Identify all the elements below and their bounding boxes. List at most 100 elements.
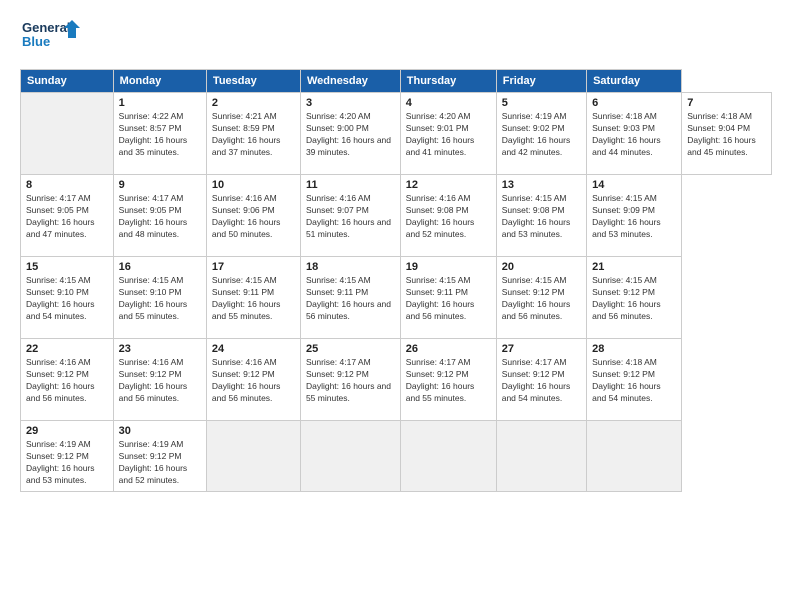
day-number: 30 (119, 425, 201, 437)
calendar-cell: 12 Sunrise: 4:16 AMSunset: 9:08 PMDaylig… (400, 175, 496, 257)
calendar-cell: 9 Sunrise: 4:17 AMSunset: 9:05 PMDayligh… (113, 175, 206, 257)
day-number: 27 (502, 343, 581, 355)
week-row-5: 29 Sunrise: 4:19 AMSunset: 9:12 PMDaylig… (21, 421, 772, 492)
day-number: 16 (119, 261, 201, 273)
calendar-cell (587, 421, 682, 492)
calendar-cell (400, 421, 496, 492)
day-number: 26 (406, 343, 491, 355)
header-friday: Friday (496, 70, 586, 93)
week-row-1: 1 Sunrise: 4:22 AMSunset: 8:57 PMDayligh… (21, 93, 772, 175)
day-number: 23 (119, 343, 201, 355)
day-number: 29 (26, 425, 108, 437)
day-detail: Sunrise: 4:15 AMSunset: 9:11 PMDaylight:… (212, 275, 281, 321)
day-detail: Sunrise: 4:19 AMSunset: 9:02 PMDaylight:… (502, 111, 571, 157)
header-monday: Monday (113, 70, 206, 93)
calendar-cell: 28 Sunrise: 4:18 AMSunset: 9:12 PMDaylig… (587, 339, 682, 421)
day-detail: Sunrise: 4:18 AMSunset: 9:12 PMDaylight:… (592, 357, 661, 403)
calendar-cell: 25 Sunrise: 4:17 AMSunset: 9:12 PMDaylig… (300, 339, 400, 421)
calendar-cell: 3 Sunrise: 4:20 AMSunset: 9:00 PMDayligh… (300, 93, 400, 175)
calendar-cell (21, 93, 114, 175)
day-detail: Sunrise: 4:15 AMSunset: 9:12 PMDaylight:… (502, 275, 571, 321)
day-number: 9 (119, 179, 201, 191)
calendar-cell: 16 Sunrise: 4:15 AMSunset: 9:10 PMDaylig… (113, 257, 206, 339)
header-wednesday: Wednesday (300, 70, 400, 93)
day-number: 20 (502, 261, 581, 273)
day-detail: Sunrise: 4:15 AMSunset: 9:11 PMDaylight:… (406, 275, 475, 321)
day-detail: Sunrise: 4:15 AMSunset: 9:10 PMDaylight:… (26, 275, 95, 321)
calendar-cell: 18 Sunrise: 4:15 AMSunset: 9:11 PMDaylig… (300, 257, 400, 339)
svg-text:General: General (22, 20, 70, 35)
calendar-cell: 22 Sunrise: 4:16 AMSunset: 9:12 PMDaylig… (21, 339, 114, 421)
day-number: 11 (306, 179, 395, 191)
day-detail: Sunrise: 4:17 AMSunset: 9:12 PMDaylight:… (306, 357, 391, 403)
calendar-cell: 11 Sunrise: 4:16 AMSunset: 9:07 PMDaylig… (300, 175, 400, 257)
day-number: 25 (306, 343, 395, 355)
svg-text:Blue: Blue (22, 34, 50, 49)
day-detail: Sunrise: 4:17 AMSunset: 9:12 PMDaylight:… (502, 357, 571, 403)
day-detail: Sunrise: 4:16 AMSunset: 9:12 PMDaylight:… (119, 357, 188, 403)
day-number: 19 (406, 261, 491, 273)
calendar-table: SundayMondayTuesdayWednesdayThursdayFrid… (20, 69, 772, 492)
week-row-3: 15 Sunrise: 4:15 AMSunset: 9:10 PMDaylig… (21, 257, 772, 339)
calendar-cell: 13 Sunrise: 4:15 AMSunset: 9:08 PMDaylig… (496, 175, 586, 257)
calendar-cell: 29 Sunrise: 4:19 AMSunset: 9:12 PMDaylig… (21, 421, 114, 492)
calendar-cell: 10 Sunrise: 4:16 AMSunset: 9:06 PMDaylig… (206, 175, 300, 257)
day-number: 18 (306, 261, 395, 273)
day-number: 5 (502, 97, 581, 109)
header-sunday: Sunday (21, 70, 114, 93)
day-number: 7 (687, 97, 766, 109)
day-detail: Sunrise: 4:17 AMSunset: 9:12 PMDaylight:… (406, 357, 475, 403)
day-number: 22 (26, 343, 108, 355)
day-detail: Sunrise: 4:15 AMSunset: 9:09 PMDaylight:… (592, 193, 661, 239)
day-number: 14 (592, 179, 676, 191)
header: General Blue (20, 16, 772, 61)
day-number: 3 (306, 97, 395, 109)
day-detail: Sunrise: 4:19 AMSunset: 9:12 PMDaylight:… (26, 439, 95, 485)
day-detail: Sunrise: 4:16 AMSunset: 9:12 PMDaylight:… (212, 357, 281, 403)
day-detail: Sunrise: 4:20 AMSunset: 9:01 PMDaylight:… (406, 111, 475, 157)
day-detail: Sunrise: 4:18 AMSunset: 9:04 PMDaylight:… (687, 111, 756, 157)
day-number: 8 (26, 179, 108, 191)
day-detail: Sunrise: 4:16 AMSunset: 9:08 PMDaylight:… (406, 193, 475, 239)
calendar-cell: 20 Sunrise: 4:15 AMSunset: 9:12 PMDaylig… (496, 257, 586, 339)
calendar-cell: 15 Sunrise: 4:15 AMSunset: 9:10 PMDaylig… (21, 257, 114, 339)
day-number: 17 (212, 261, 295, 273)
day-number: 6 (592, 97, 676, 109)
calendar-cell: 26 Sunrise: 4:17 AMSunset: 9:12 PMDaylig… (400, 339, 496, 421)
day-detail: Sunrise: 4:15 AMSunset: 9:11 PMDaylight:… (306, 275, 391, 321)
day-detail: Sunrise: 4:17 AMSunset: 9:05 PMDaylight:… (119, 193, 188, 239)
week-row-4: 22 Sunrise: 4:16 AMSunset: 9:12 PMDaylig… (21, 339, 772, 421)
calendar-header-row: SundayMondayTuesdayWednesdayThursdayFrid… (21, 70, 772, 93)
day-detail: Sunrise: 4:15 AMSunset: 9:10 PMDaylight:… (119, 275, 188, 321)
header-tuesday: Tuesday (206, 70, 300, 93)
calendar-cell: 7 Sunrise: 4:18 AMSunset: 9:04 PMDayligh… (682, 93, 772, 175)
calendar-cell (496, 421, 586, 492)
day-detail: Sunrise: 4:15 AMSunset: 9:08 PMDaylight:… (502, 193, 571, 239)
week-row-2: 8 Sunrise: 4:17 AMSunset: 9:05 PMDayligh… (21, 175, 772, 257)
day-number: 24 (212, 343, 295, 355)
calendar-cell: 30 Sunrise: 4:19 AMSunset: 9:12 PMDaylig… (113, 421, 206, 492)
day-number: 10 (212, 179, 295, 191)
day-detail: Sunrise: 4:15 AMSunset: 9:12 PMDaylight:… (592, 275, 661, 321)
calendar-cell: 1 Sunrise: 4:22 AMSunset: 8:57 PMDayligh… (113, 93, 206, 175)
calendar-cell: 14 Sunrise: 4:15 AMSunset: 9:09 PMDaylig… (587, 175, 682, 257)
logo: General Blue (20, 16, 80, 61)
calendar-cell (300, 421, 400, 492)
day-number: 13 (502, 179, 581, 191)
day-number: 28 (592, 343, 676, 355)
calendar-cell: 5 Sunrise: 4:19 AMSunset: 9:02 PMDayligh… (496, 93, 586, 175)
logo-svg: General Blue (20, 16, 80, 61)
day-detail: Sunrise: 4:20 AMSunset: 9:00 PMDaylight:… (306, 111, 391, 157)
day-detail: Sunrise: 4:19 AMSunset: 9:12 PMDaylight:… (119, 439, 188, 485)
day-number: 4 (406, 97, 491, 109)
calendar-cell: 6 Sunrise: 4:18 AMSunset: 9:03 PMDayligh… (587, 93, 682, 175)
calendar-cell: 23 Sunrise: 4:16 AMSunset: 9:12 PMDaylig… (113, 339, 206, 421)
calendar-cell (206, 421, 300, 492)
day-number: 12 (406, 179, 491, 191)
day-number: 2 (212, 97, 295, 109)
calendar-cell: 24 Sunrise: 4:16 AMSunset: 9:12 PMDaylig… (206, 339, 300, 421)
day-detail: Sunrise: 4:22 AMSunset: 8:57 PMDaylight:… (119, 111, 188, 157)
calendar-cell: 8 Sunrise: 4:17 AMSunset: 9:05 PMDayligh… (21, 175, 114, 257)
day-detail: Sunrise: 4:21 AMSunset: 8:59 PMDaylight:… (212, 111, 281, 157)
calendar-cell: 19 Sunrise: 4:15 AMSunset: 9:11 PMDaylig… (400, 257, 496, 339)
